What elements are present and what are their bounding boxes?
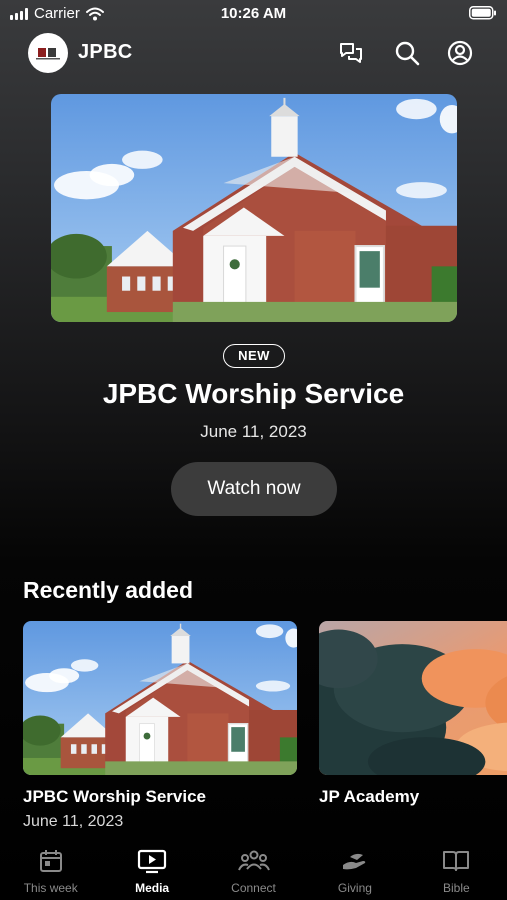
watch-now-button[interactable]: Watch now <box>171 462 337 516</box>
media-card-title: JP Academy <box>319 787 420 806</box>
app-header: JPBC <box>0 32 507 74</box>
clock: 10:26 AM <box>220 5 287 22</box>
search-icon[interactable] <box>393 39 421 67</box>
people-icon <box>237 850 270 871</box>
battery-icon <box>469 6 497 24</box>
tab-label: This week <box>23 881 78 895</box>
media-card-thumbnail[interactable] <box>319 621 507 775</box>
featured-thumbnail[interactable] <box>51 94 457 322</box>
church-logo-icon <box>36 48 60 60</box>
tab-bar: This week Media Connect Giving Bible <box>0 842 507 900</box>
tab-label: Bible <box>442 881 470 895</box>
media-card[interactable]: JP Academy <box>319 621 507 807</box>
recently-added-heading: Recently added <box>23 577 193 603</box>
church-logo[interactable] <box>28 33 68 73</box>
status-bar: Carrier 10:26 AM <box>0 0 507 28</box>
tab-label: Media <box>135 881 170 895</box>
media-card-date: June 11, 2023 <box>23 813 124 830</box>
tab-bible[interactable]: Bible <box>406 842 507 900</box>
giving-hand-icon <box>342 853 366 870</box>
app-title: JPBC <box>78 41 133 63</box>
tab-label: Giving <box>337 881 372 895</box>
media-card[interactable]: JPBC Worship Service June 11, 2023 <box>23 621 297 831</box>
featured-date: June 11, 2023 <box>200 422 307 441</box>
profile-icon[interactable] <box>446 39 474 67</box>
chat-icon[interactable] <box>337 39 365 67</box>
new-badge: NEW <box>223 344 285 368</box>
calendar-icon <box>39 850 62 872</box>
tab-media[interactable]: Media <box>101 842 202 900</box>
media-card-title: JPBC Worship Service <box>23 787 206 806</box>
media-card-thumbnail[interactable] <box>23 621 297 775</box>
book-icon <box>443 851 470 871</box>
tab-giving[interactable]: Giving <box>304 842 405 900</box>
tab-this-week[interactable]: This week <box>0 842 101 900</box>
tab-connect[interactable]: Connect <box>203 842 304 900</box>
tv-play-icon <box>138 849 167 874</box>
tab-label: Connect <box>231 881 276 895</box>
featured-title: JPBC Worship Service <box>102 378 405 409</box>
